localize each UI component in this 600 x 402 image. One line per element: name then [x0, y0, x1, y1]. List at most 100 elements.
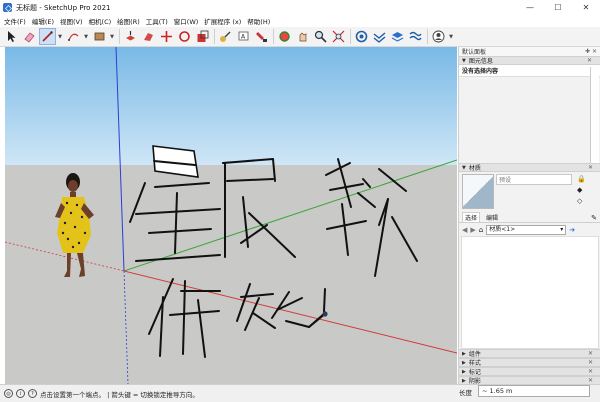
- eraser-icon[interactable]: [21, 28, 38, 45]
- material-action-icons[interactable]: 🔒 ◆ ◇: [577, 174, 586, 208]
- measurement-box[interactable]: ~ 1.65 m: [478, 385, 590, 397]
- menu-tools[interactable]: 工具(T): [146, 16, 168, 26]
- line-dropdown-chevron-icon[interactable]: ▼: [57, 28, 63, 45]
- material-library-dropdown[interactable]: 材质<1> ▾: [486, 224, 567, 235]
- styles-title: 样式: [468, 360, 481, 367]
- toolbar-separator: [350, 29, 351, 44]
- tape-icon[interactable]: [217, 28, 234, 45]
- toolbar-separator: [214, 29, 215, 44]
- green-axis: [123, 159, 457, 272]
- tab-edit[interactable]: 编辑: [486, 213, 498, 222]
- materials-title: 材质: [468, 165, 481, 172]
- entity-info-title: 图元信息: [468, 58, 493, 65]
- menu-file[interactable]: 文件(F): [4, 16, 26, 26]
- material-swatch[interactable]: [462, 174, 494, 209]
- expand-arrow-icon: ▶: [462, 359, 466, 366]
- home-icon[interactable]: ⌂: [479, 226, 483, 234]
- rectangle-icon[interactable]: [91, 28, 108, 45]
- close-button[interactable]: ✕: [572, 0, 600, 15]
- entity-info-body: 没有选择内容: [459, 65, 600, 77]
- back-arrow-icon[interactable]: ◀: [462, 226, 467, 234]
- tags-title: 标记: [468, 369, 481, 376]
- materials-panel: ▼ 材质 ✕ 预设 🔒 ◆ ◇ 选择 编辑 ✎ ◀ ▶ ⌂ 材质<1> ▾ ➔: [459, 163, 600, 349]
- line-icon[interactable]: [39, 28, 56, 45]
- paint-icon[interactable]: [253, 28, 270, 45]
- pin-icon[interactable]: ✚ ✕: [585, 48, 597, 55]
- toolbar-separator: [273, 29, 274, 44]
- toolbar-separator: [427, 29, 428, 44]
- materials-panel-header[interactable]: ▼ 材质 ✕: [459, 163, 600, 172]
- styles-panel-header[interactable]: ▶ 样式 ✕: [459, 358, 600, 367]
- panel-close-icon[interactable]: ✕: [588, 350, 593, 357]
- details-arrow-icon[interactable]: ➔: [569, 226, 575, 234]
- maximize-button[interactable]: ☐: [544, 0, 572, 15]
- title-bar: 无标题 - SketchUp Pro 2021 — ☐ ✕: [0, 0, 600, 15]
- person-scale-figure[interactable]: [55, 173, 94, 277]
- pan-icon[interactable]: [294, 28, 311, 45]
- account-dropdown-chevron-icon[interactable]: ▼: [448, 28, 454, 45]
- arc-icon[interactable]: [65, 28, 82, 45]
- sandbox-icon[interactable]: [407, 28, 424, 45]
- measurement-label: 长度: [459, 389, 472, 397]
- tray-title: 默认面板: [462, 49, 487, 56]
- move-icon[interactable]: [158, 28, 175, 45]
- eyedropper-icon[interactable]: ✎: [591, 214, 597, 222]
- warehouse-icon[interactable]: [353, 28, 370, 45]
- zoom-extents-icon[interactable]: [330, 28, 347, 45]
- panel-close-icon[interactable]: ✕: [588, 359, 593, 366]
- chevron-down-icon: ▾: [560, 225, 564, 233]
- window-title: 无标题 - SketchUp Pro 2021: [16, 3, 111, 12]
- tray-scrollbar[interactable]: [590, 67, 599, 173]
- pushpull-icon[interactable]: [122, 28, 139, 45]
- components-panel-header[interactable]: ▶ 组件 ✕: [459, 349, 600, 358]
- collapse-arrow-icon: ▼: [462, 57, 466, 64]
- panel-close-icon[interactable]: ✕: [588, 164, 593, 171]
- menu-view[interactable]: 视图(V): [60, 16, 83, 26]
- info-icon[interactable]: i: [16, 389, 25, 398]
- tray-header: 默认面板 ✚ ✕: [459, 47, 600, 56]
- status-hint: 点击设置第一个端点。 | 箭头键 = 切换锁定推导方向。: [40, 390, 199, 399]
- panel-close-icon[interactable]: ✕: [587, 57, 592, 64]
- geolocation-icon[interactable]: ◎: [4, 389, 13, 398]
- no-selection-text: 没有选择内容: [462, 68, 499, 75]
- collapsed-panels: ▶ 组件 ✕ ▶ 样式 ✕ ▶ 标记 ✕ ▶ 阴影 ✕: [459, 349, 600, 385]
- help-icon[interactable]: ?: [28, 389, 37, 398]
- menu-help[interactable]: 帮助(H): [247, 16, 270, 26]
- modeling-viewport[interactable]: [5, 47, 457, 384]
- menu-extensions[interactable]: 扩展程序 (x): [204, 16, 241, 26]
- tags-panel-header[interactable]: ▶ 标记 ✕: [459, 367, 600, 376]
- blue-axis: [115, 47, 125, 272]
- forward-arrow-icon[interactable]: ▶: [470, 226, 475, 234]
- scale-icon[interactable]: [194, 28, 211, 45]
- layers-icon[interactable]: [389, 28, 406, 45]
- text-icon[interactable]: A: [235, 28, 252, 45]
- material-name-field[interactable]: 预设: [496, 174, 572, 185]
- expand-arrow-icon: ▶: [462, 350, 466, 357]
- menu-window[interactable]: 窗口(W): [174, 16, 199, 26]
- sketch-strokes: [129, 145, 418, 358]
- zoom-icon[interactable]: [312, 28, 329, 45]
- panel-close-icon[interactable]: ✕: [588, 377, 593, 384]
- tab-select[interactable]: 选择: [462, 212, 481, 222]
- menu-draw[interactable]: 绘图(R): [117, 16, 140, 26]
- sketchup-logo-icon: [3, 3, 12, 12]
- rotate-icon[interactable]: [176, 28, 193, 45]
- menu-camera[interactable]: 相机(C): [89, 16, 112, 26]
- minimize-button[interactable]: —: [516, 0, 544, 15]
- main-toolbar: ▼ ▼ ▼ A ▼: [0, 27, 600, 47]
- followme-icon[interactable]: [140, 28, 157, 45]
- panel-close-icon[interactable]: ✕: [588, 368, 593, 375]
- arc-dropdown-chevron-icon[interactable]: ▼: [83, 28, 89, 45]
- snap-point-marker: [322, 311, 328, 317]
- orbit-icon[interactable]: [276, 28, 293, 45]
- select-icon[interactable]: [3, 28, 20, 45]
- entity-info-panel-header[interactable]: ▼ 图元信息 ✕: [459, 56, 600, 65]
- menu-edit[interactable]: 编辑(E): [32, 16, 54, 26]
- account-icon[interactable]: [430, 28, 447, 45]
- extension-icon[interactable]: [371, 28, 388, 45]
- collapse-arrow-icon: ▼: [462, 164, 466, 171]
- material-library-grid[interactable]: [461, 236, 599, 349]
- material-preview-area: 预设 🔒 ◆ ◇: [459, 172, 600, 212]
- rectangle-dropdown-chevron-icon[interactable]: ▼: [109, 28, 115, 45]
- toolbar-separator: [119, 29, 120, 44]
